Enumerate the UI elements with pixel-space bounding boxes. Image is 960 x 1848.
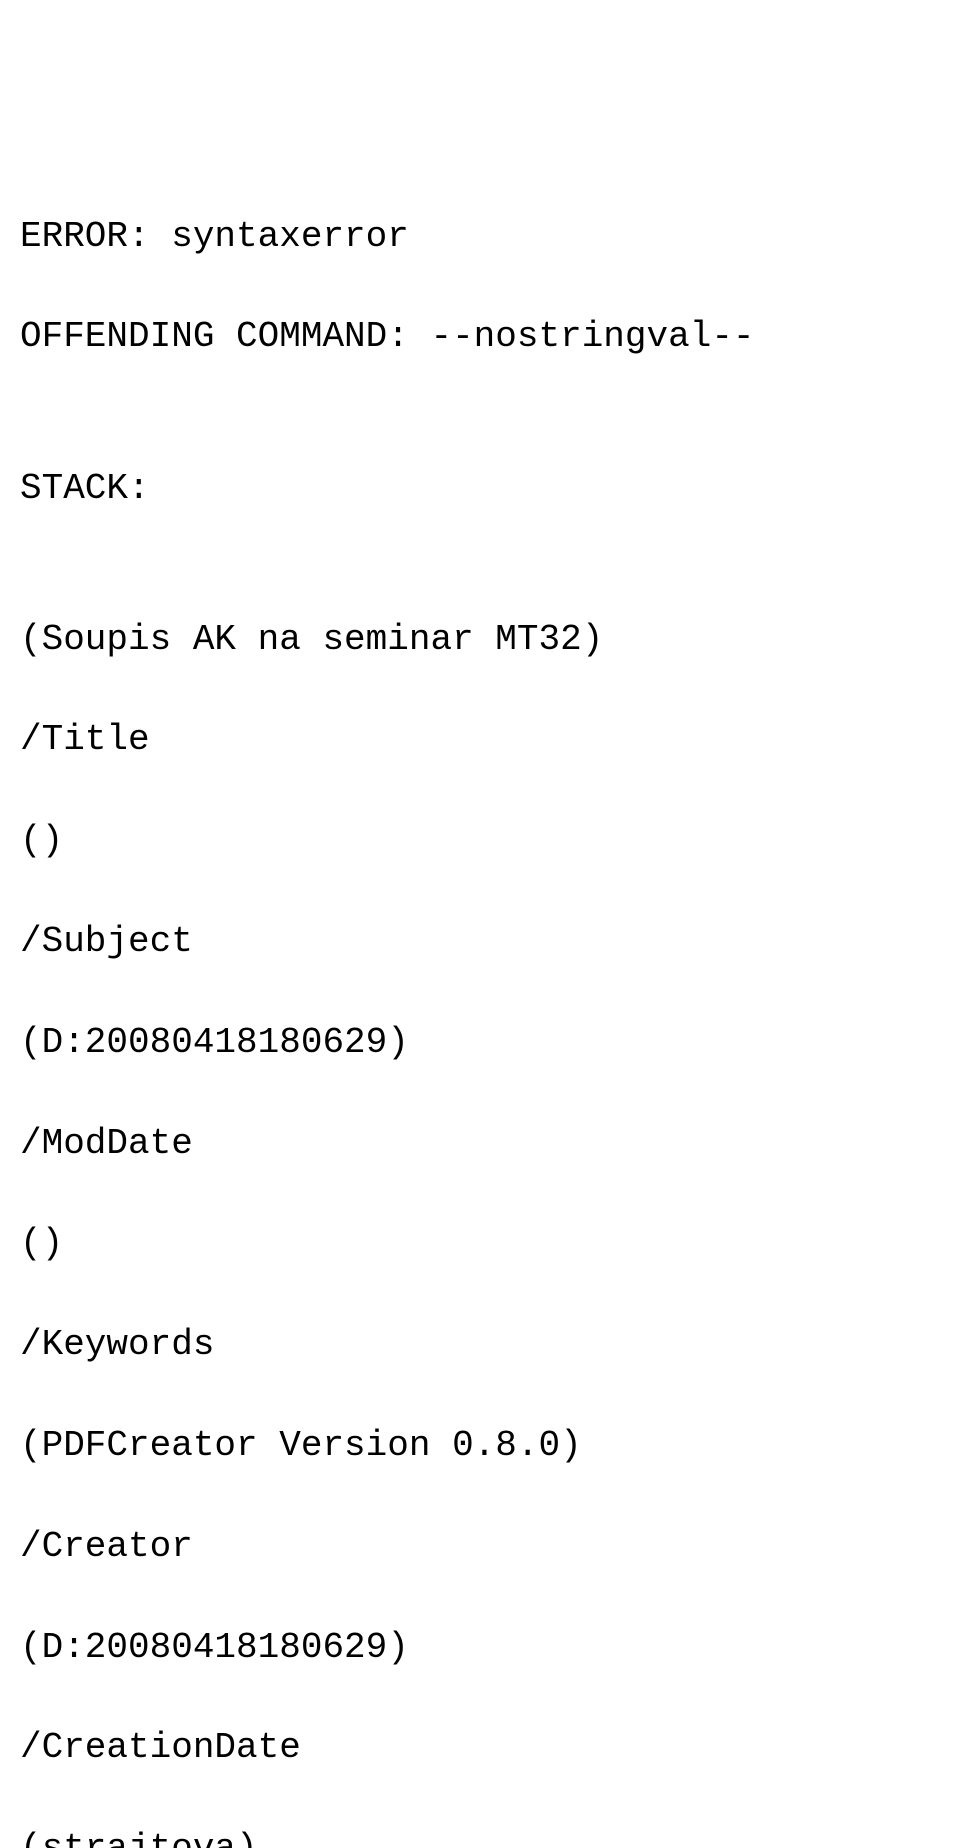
stack-value-line: (strajtova)	[20, 1824, 940, 1848]
keywords-key-line: /Keywords	[20, 1320, 940, 1370]
error-line: ERROR: syntaxerror	[20, 212, 940, 262]
stack-value-line: ()	[20, 1219, 940, 1269]
stack-value-line: (D:20080418180629)	[20, 1623, 940, 1673]
stack-header-line: STACK:	[20, 464, 940, 514]
stack-value-line: (PDFCreator Version 0.8.0)	[20, 1421, 940, 1471]
creator-key-line: /Creator	[20, 1522, 940, 1572]
title-key-line: /Title	[20, 715, 940, 765]
offending-command-line: OFFENDING COMMAND: --nostringval--	[20, 312, 940, 362]
moddate-key-line: /ModDate	[20, 1119, 940, 1169]
subject-key-line: /Subject	[20, 917, 940, 967]
creationdate-key-line: /CreationDate	[20, 1723, 940, 1773]
stack-value-line: (D:20080418180629)	[20, 1018, 940, 1068]
stack-value-line: ()	[20, 816, 940, 866]
stack-value-line: (Soupis AK na seminar MT32)	[20, 615, 940, 665]
